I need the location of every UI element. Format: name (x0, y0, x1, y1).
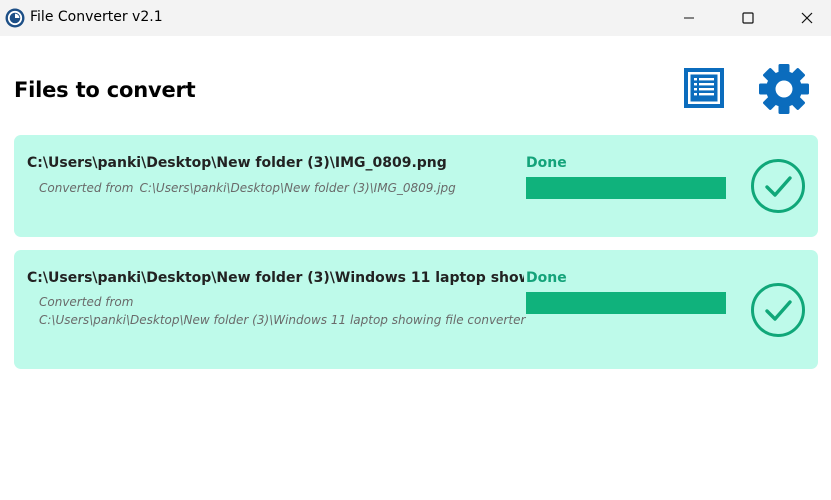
page-title: Files to convert (14, 78, 196, 102)
source-label: Converted from (39, 295, 134, 309)
app-logo-icon (5, 8, 25, 28)
title-bar: File Converter v2.1 (0, 0, 831, 36)
close-button[interactable] (784, 0, 830, 36)
check-circle-icon (751, 159, 805, 213)
gear-icon (759, 64, 809, 114)
source-file-info: Converted from C:\Users\panki\Desktop\Ne… (39, 293, 529, 329)
source-label: Converted from (39, 181, 134, 195)
maximize-icon (742, 12, 754, 24)
progress-fill (526, 177, 726, 199)
file-item[interactable]: C:\Users\panki\Desktop\New folder (3)\IM… (14, 135, 818, 237)
minimize-button[interactable] (666, 0, 712, 36)
status-text: Done (526, 270, 567, 286)
close-icon (801, 12, 813, 24)
maximize-button[interactable] (725, 0, 771, 36)
list-icon (684, 68, 724, 108)
progress-bar (526, 292, 726, 314)
conversion-list-button[interactable] (682, 66, 726, 110)
status-text: Done (526, 155, 567, 171)
file-item[interactable]: C:\Users\panki\Desktop\New folder (3)\Wi… (14, 250, 818, 369)
minimize-icon (684, 17, 694, 19)
output-file-path: C:\Users\panki\Desktop\New folder (3)\IM… (27, 155, 447, 171)
progress-fill (526, 292, 726, 314)
window-title: File Converter v2.1 (30, 9, 163, 25)
source-file-path: C:\Users\panki\Desktop\New folder (3)\IM… (139, 181, 456, 195)
output-file-path: C:\Users\panki\Desktop\New folder (3)\Wi… (27, 270, 524, 286)
settings-button[interactable] (757, 62, 811, 116)
source-file-path: C:\Users\panki\Desktop\New folder (3)\Wi… (39, 313, 526, 327)
source-file-info: Converted from C:\Users\panki\Desktop\New… (39, 179, 529, 197)
check-circle-icon (751, 283, 805, 337)
progress-bar (526, 177, 726, 199)
